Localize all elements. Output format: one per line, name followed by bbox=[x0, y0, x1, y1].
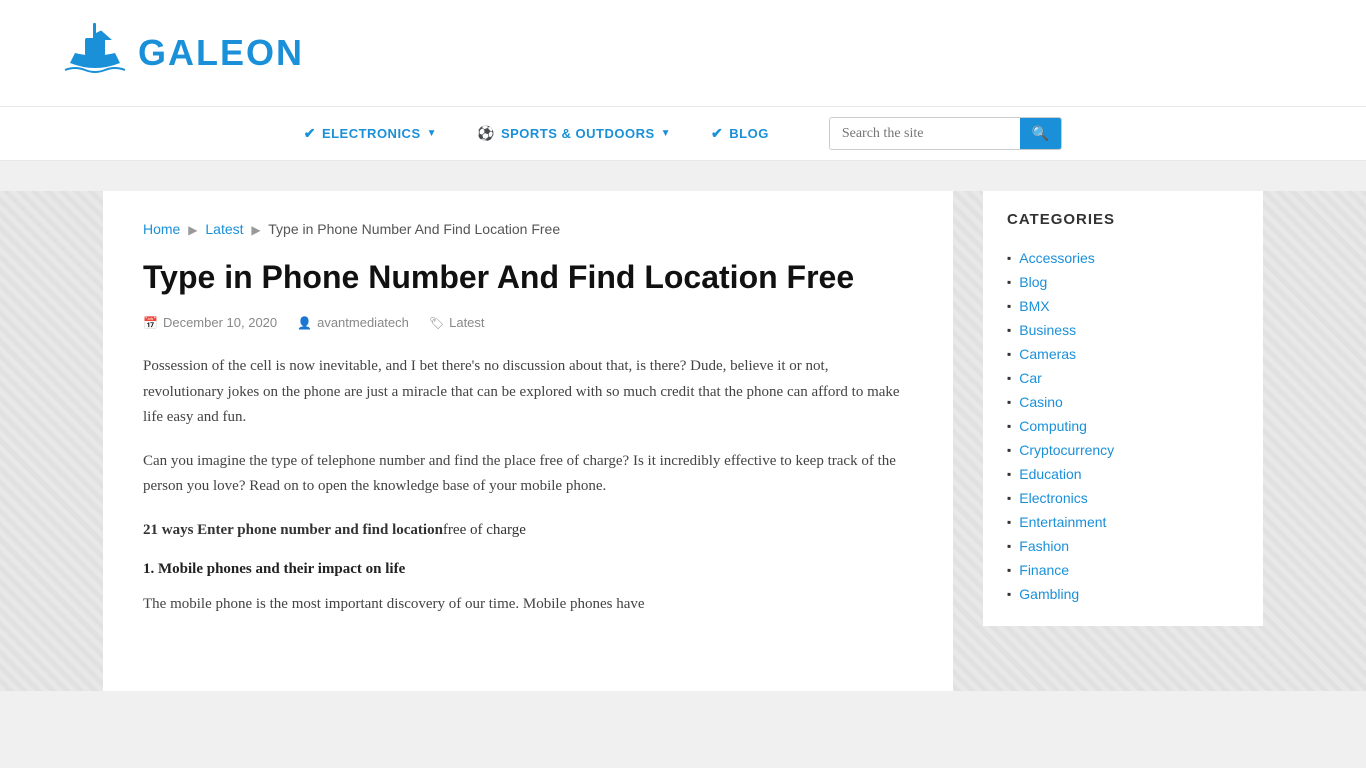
category-list-item: Accessories bbox=[1007, 246, 1239, 270]
page-background: Home ▶ Latest ▶ Type in Phone Number And… bbox=[0, 191, 1366, 691]
category-link[interactable]: Cameras bbox=[1019, 346, 1076, 362]
category-list: Accessories Blog BMX Business Cameras Car Casi… bbox=[1007, 246, 1239, 606]
sports-dropdown-icon: ▼ bbox=[661, 128, 671, 139]
breadcrumb-current: Type in Phone Number And Find Location F… bbox=[268, 221, 560, 237]
category-list-item: Casino bbox=[1007, 390, 1239, 414]
nav-electronics[interactable]: ✔ ELECTRONICS ▼ bbox=[304, 125, 437, 142]
nav-blog-label: BLOG bbox=[729, 126, 769, 141]
article-tag: 🏷 Latest bbox=[429, 315, 485, 330]
nav-electronics-label: ELECTRONICS bbox=[322, 126, 421, 141]
category-link[interactable]: Education bbox=[1019, 466, 1081, 482]
article-tag-text: Latest bbox=[449, 315, 484, 330]
article-title: Type in Phone Number And Find Location F… bbox=[143, 257, 913, 297]
breadcrumb-latest[interactable]: Latest bbox=[205, 221, 243, 237]
category-link[interactable]: Entertainment bbox=[1019, 514, 1106, 530]
article-content-area: Home ▶ Latest ▶ Type in Phone Number And… bbox=[103, 191, 953, 691]
sidebar: CATEGORIES Accessories Blog BMX Business Cam… bbox=[983, 191, 1263, 691]
category-list-item: Cryptocurrency bbox=[1007, 438, 1239, 462]
breadcrumb-sep-2: ▶ bbox=[251, 223, 260, 237]
logo-ship-icon bbox=[60, 18, 130, 88]
category-link[interactable]: Finance bbox=[1019, 562, 1069, 578]
nav-blog[interactable]: ✔ BLOG bbox=[711, 125, 769, 142]
category-link[interactable]: BMX bbox=[1019, 298, 1049, 314]
search-icon: 🔍 bbox=[1032, 125, 1049, 141]
category-link[interactable]: Casino bbox=[1019, 394, 1063, 410]
search-input[interactable] bbox=[830, 120, 1020, 148]
electronics-dropdown-icon: ▼ bbox=[427, 128, 437, 139]
category-link[interactable]: Cryptocurrency bbox=[1019, 442, 1114, 458]
article-paragraph-1: Possession of the cell is now inevitable… bbox=[143, 354, 913, 431]
category-link[interactable]: Accessories bbox=[1019, 250, 1094, 266]
category-list-item: Computing bbox=[1007, 414, 1239, 438]
tag-icon: 🏷 bbox=[429, 316, 444, 330]
highlight-bold-text: 21 ways Enter phone number and find loca… bbox=[143, 522, 443, 538]
site-header: GALEON bbox=[0, 0, 1366, 106]
category-list-item: Blog bbox=[1007, 270, 1239, 294]
category-link[interactable]: Computing bbox=[1019, 418, 1087, 434]
navigation-bar: ✔ ELECTRONICS ▼ ⚽ SPORTS & OUTDOORS ▼ ✔ … bbox=[0, 106, 1366, 161]
category-list-item: BMX bbox=[1007, 294, 1239, 318]
category-link[interactable]: Business bbox=[1019, 322, 1076, 338]
article-body: Possession of the cell is now inevitable… bbox=[143, 354, 913, 618]
search-button[interactable]: 🔍 bbox=[1020, 118, 1061, 149]
article-highlight: 21 ways Enter phone number and find loca… bbox=[143, 518, 913, 544]
category-link[interactable]: Electronics bbox=[1019, 490, 1087, 506]
nav-sports[interactable]: ⚽ SPORTS & OUTDOORS ▼ bbox=[477, 125, 671, 142]
main-wrapper: Home ▶ Latest ▶ Type in Phone Number And… bbox=[83, 191, 1283, 691]
category-link[interactable]: Blog bbox=[1019, 274, 1047, 290]
category-list-item: Business bbox=[1007, 318, 1239, 342]
logo[interactable]: GALEON bbox=[60, 18, 304, 88]
calendar-icon: 📅 bbox=[143, 316, 158, 330]
category-link[interactable]: Car bbox=[1019, 370, 1042, 386]
highlight-normal-text: free of charge bbox=[443, 522, 526, 538]
category-list-item: Finance bbox=[1007, 558, 1239, 582]
categories-title: CATEGORIES bbox=[1007, 211, 1239, 228]
article-last-paragraph: The mobile phone is the most important d… bbox=[143, 592, 913, 618]
author-icon: 👤 bbox=[297, 316, 312, 330]
nav-sports-label: SPORTS & OUTDOORS bbox=[501, 126, 655, 141]
article-date: 📅 December 10, 2020 bbox=[143, 315, 277, 330]
search-box[interactable]: 🔍 bbox=[829, 117, 1062, 150]
category-list-item: Gambling bbox=[1007, 582, 1239, 606]
category-link[interactable]: Gambling bbox=[1019, 586, 1079, 602]
article-meta: 📅 December 10, 2020 👤 avantmediatech 🏷 L… bbox=[143, 315, 913, 330]
sports-ball-icon: ⚽ bbox=[477, 125, 495, 142]
categories-section: CATEGORIES Accessories Blog BMX Business Cam… bbox=[983, 191, 1263, 626]
category-list-item: Electronics bbox=[1007, 486, 1239, 510]
breadcrumb-sep-1: ▶ bbox=[188, 223, 197, 237]
electronics-check-icon: ✔ bbox=[304, 125, 316, 142]
article-author-text: avantmediatech bbox=[317, 315, 409, 330]
breadcrumb: Home ▶ Latest ▶ Type in Phone Number And… bbox=[143, 221, 913, 237]
blog-check-icon: ✔ bbox=[711, 125, 723, 142]
category-list-item: Entertainment bbox=[1007, 510, 1239, 534]
article-paragraph-2: Can you imagine the type of telephone nu… bbox=[143, 449, 913, 500]
category-list-item: Education bbox=[1007, 462, 1239, 486]
category-list-item: Car bbox=[1007, 366, 1239, 390]
article-subheading: 1. Mobile phones and their impact on lif… bbox=[143, 561, 913, 578]
article-author: 👤 avantmediatech bbox=[297, 315, 409, 330]
category-list-item: Fashion bbox=[1007, 534, 1239, 558]
category-link[interactable]: Fashion bbox=[1019, 538, 1069, 554]
logo-text: GALEON bbox=[138, 32, 304, 74]
category-list-item: Cameras bbox=[1007, 342, 1239, 366]
breadcrumb-home[interactable]: Home bbox=[143, 221, 180, 237]
article-date-text: December 10, 2020 bbox=[163, 315, 277, 330]
